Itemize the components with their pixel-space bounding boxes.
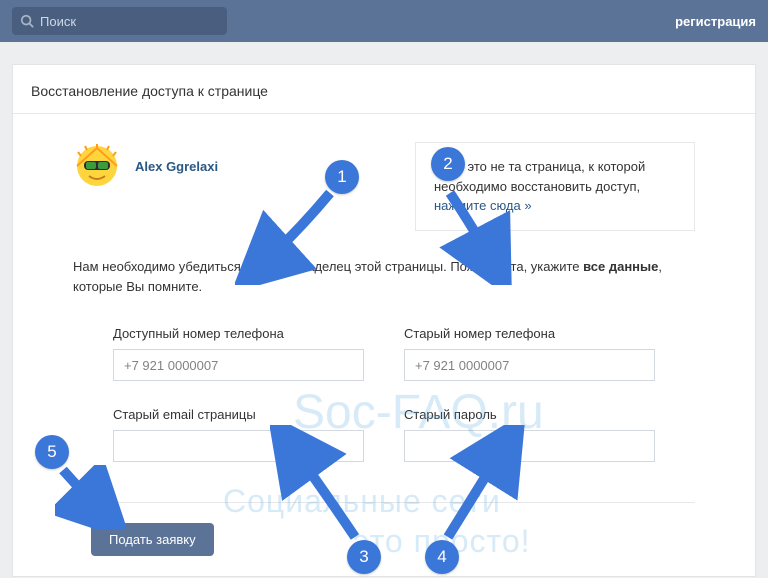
input-old-phone[interactable] (404, 349, 655, 381)
annotation-arrow-4 (440, 425, 530, 545)
instruction-text: Нам необходимо убедиться, что Вы владеле… (73, 257, 695, 299)
input-available-phone[interactable] (113, 349, 364, 381)
divider (73, 502, 695, 503)
avatar (73, 142, 121, 190)
annotation-bubble-1: 1 (325, 160, 359, 194)
register-link[interactable]: регистрация (675, 14, 756, 29)
search-icon (20, 14, 34, 28)
field-old-phone: Старый номер телефона (404, 326, 655, 381)
annotation-arrow-1 (235, 185, 345, 285)
label-available-phone: Доступный номер телефона (113, 326, 364, 341)
annotation-bubble-2: 2 (431, 147, 465, 181)
form-grid: Доступный номер телефона Старый номер те… (113, 326, 655, 462)
annotation-bubble-5: 5 (35, 435, 69, 469)
label-old-email: Старый email страницы (113, 407, 364, 422)
profile-row: Alex Ggrelaxi (73, 142, 218, 190)
search-wrap (12, 7, 227, 35)
field-available-phone: Доступный номер телефона (113, 326, 364, 381)
annotation-arrow-5 (55, 465, 125, 530)
profile-name[interactable]: Alex Ggrelaxi (135, 159, 218, 174)
topbar: регистрация (0, 0, 768, 42)
annotation-bubble-4: 4 (425, 540, 459, 574)
search-input[interactable] (12, 7, 227, 35)
annotation-arrow-3 (270, 425, 370, 545)
page-title: Восстановление доступа к странице (13, 65, 755, 114)
annotation-bubble-3: 3 (347, 540, 381, 574)
label-old-phone: Старый номер телефона (404, 326, 655, 341)
annotation-arrow-2 (438, 185, 528, 285)
label-old-password: Старый пароль (404, 407, 655, 422)
